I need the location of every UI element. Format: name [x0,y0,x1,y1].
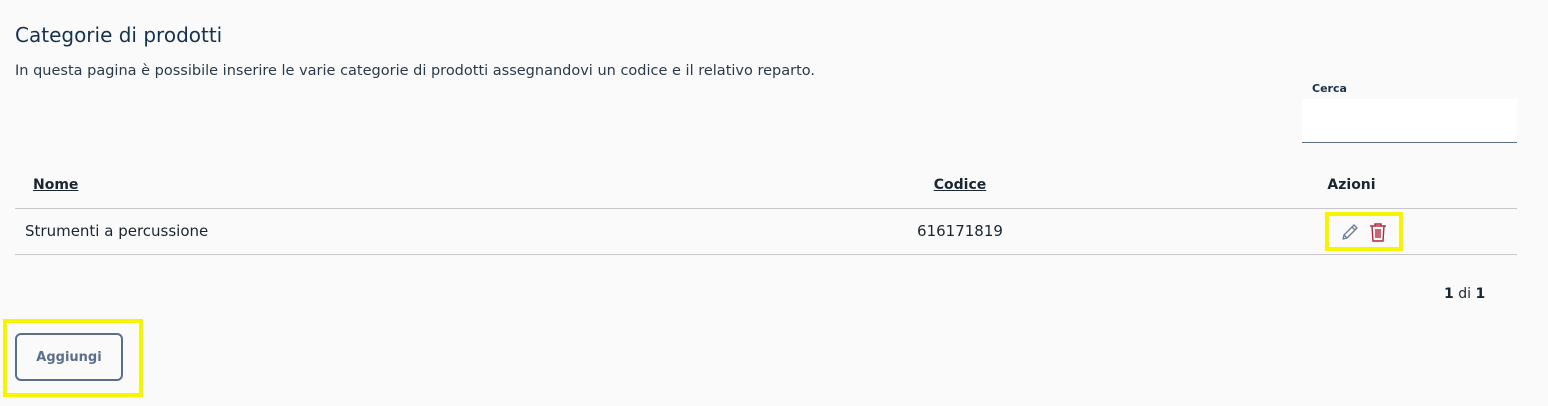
cell-nome: Strumenti a percussione [25,222,209,240]
search-field: Cerca [1302,82,1517,143]
pencil-icon[interactable] [1339,221,1361,243]
trash-icon[interactable] [1367,221,1389,243]
actions-group [1324,211,1403,251]
page-description: In questa pagina è possibile inserire le… [15,63,815,79]
add-button[interactable]: Aggiungi [15,333,123,381]
search-label: Cerca [1312,82,1347,95]
header-nome[interactable]: Nome [15,162,734,208]
pagination-info: 1 di 1 [1444,286,1485,302]
pagination-separator: di [1458,286,1471,302]
cell-azioni [1186,208,1517,254]
table-header-row: Nome Codice Azioni [15,162,1517,208]
table-row: Strumenti a percussione 616171819 [15,208,1517,254]
pagination-current: 1 [1444,286,1454,302]
cell-codice: 616171819 [917,222,1003,240]
header-azioni: Azioni [1327,176,1376,193]
search-input[interactable] [1302,99,1517,143]
header-codice[interactable]: Codice [734,162,1186,208]
categories-table: Nome Codice Azioni Strumenti a percussio… [15,162,1517,255]
pagination-total: 1 [1475,286,1486,302]
page-title: Categorie di prodotti [15,23,223,47]
